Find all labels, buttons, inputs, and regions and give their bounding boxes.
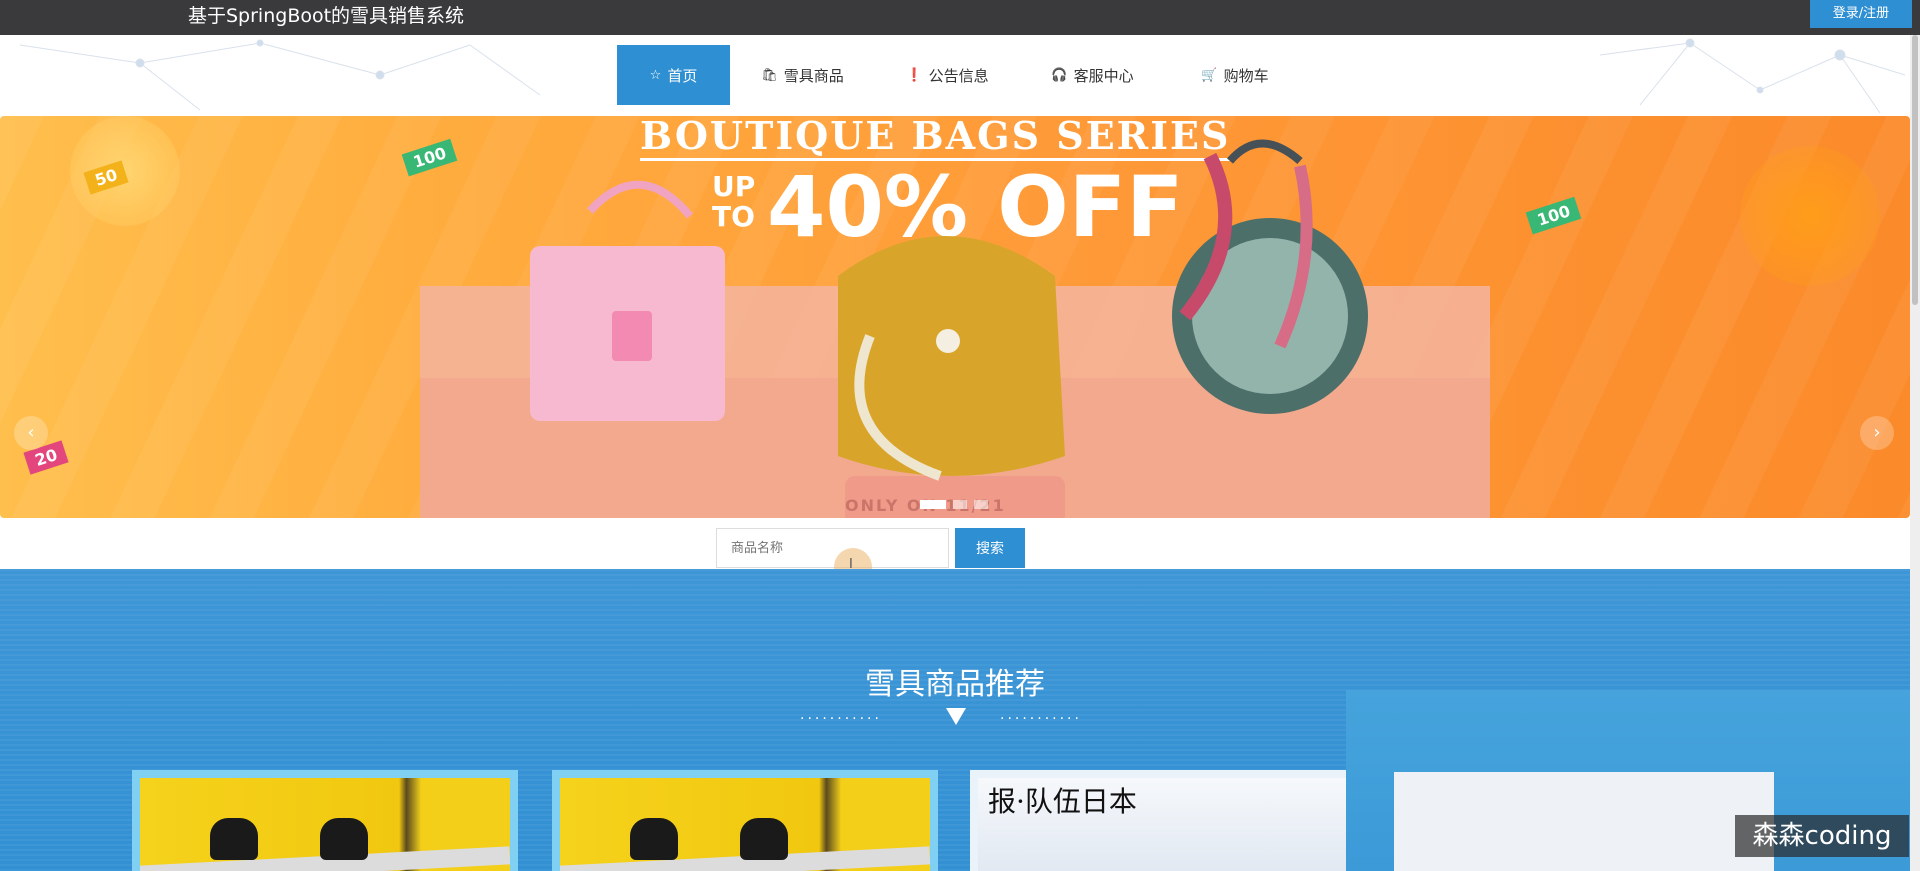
carousel-dot[interactable]: [920, 500, 946, 509]
nav-item-service[interactable]: 🎧 客服中心: [1020, 45, 1165, 105]
search-button[interactable]: 搜索: [955, 528, 1025, 568]
scrollbar-thumb[interactable]: [1912, 35, 1918, 305]
bags-illustration: [420, 139, 1490, 518]
nav-area: ☆ 首页 🛍 雪具商品 ❗ 公告信息 🎧 客服中心 🛒 购物车: [0, 35, 1920, 116]
product-image: [140, 778, 510, 871]
watermark: 森森coding: [1735, 815, 1909, 857]
nav-item-label: 首页: [667, 66, 698, 85]
bag-icon: 🛍: [761, 67, 778, 83]
login-register-button[interactable]: 登录/注册: [1810, 0, 1912, 28]
carousel-indicators: [920, 500, 988, 509]
chevron-left-icon: ‹: [27, 422, 35, 443]
main-nav: ☆ 首页 🛍 雪具商品 ❗ 公告信息 🎧 客服中心 🛒 购物车: [617, 45, 1305, 105]
divider-dots-left: ···········: [800, 711, 882, 727]
nav-item-label: 购物车: [1223, 66, 1269, 85]
binding-shape: [740, 818, 788, 860]
star-icon: ☆: [649, 67, 662, 83]
product-card[interactable]: [132, 770, 518, 871]
headset-icon: 🎧: [1051, 67, 1068, 83]
nav-item-label: 雪具商品: [783, 66, 844, 85]
divider-dots-right: ···········: [1000, 711, 1082, 727]
binding-shape: [320, 818, 368, 860]
product-card[interactable]: 报·队伍日本: [970, 770, 1356, 871]
nav-item-label: 公告信息: [928, 66, 989, 85]
info-icon: ❗: [906, 67, 923, 83]
carousel-dot[interactable]: [974, 500, 988, 509]
product-image: [560, 778, 930, 871]
carousel-prev-button[interactable]: ‹: [14, 416, 48, 450]
product-card[interactable]: [552, 770, 938, 871]
product-name-search-input[interactable]: [716, 528, 949, 568]
vertical-scrollbar[interactable]: [1910, 35, 1920, 871]
cart-icon: 🛒: [1201, 67, 1218, 83]
carousel-next-button[interactable]: ›: [1860, 416, 1894, 450]
nav-item-cart[interactable]: 🛒 购物车: [1165, 45, 1305, 105]
binding-shape: [210, 818, 258, 860]
product-image: 报·队伍日本: [978, 778, 1348, 871]
banner-carousel[interactable]: BOUTIQUE BAGS SERIES UP TO 40% OFF 50 10…: [0, 116, 1910, 518]
top-bar: 基于SpringBoot的雪具销售系统 登录/注册: [0, 0, 1920, 35]
handwriting-text: 报·队伍日本: [988, 785, 1137, 818]
binding-shape: [630, 818, 678, 860]
nav-item-notices[interactable]: ❗ 公告信息: [875, 45, 1020, 105]
carousel-dot[interactable]: [953, 500, 967, 509]
nav-item-home[interactable]: ☆ 首页: [617, 45, 730, 105]
triangle-down-icon: [946, 708, 966, 725]
chevron-right-icon: ›: [1873, 422, 1881, 443]
site-title: 基于SpringBoot的雪具销售系统: [188, 5, 465, 27]
product-card-blurred[interactable]: [1394, 772, 1774, 871]
nav-item-products[interactable]: 🛍 雪具商品: [730, 45, 875, 105]
nav-item-label: 客服中心: [1073, 66, 1134, 85]
